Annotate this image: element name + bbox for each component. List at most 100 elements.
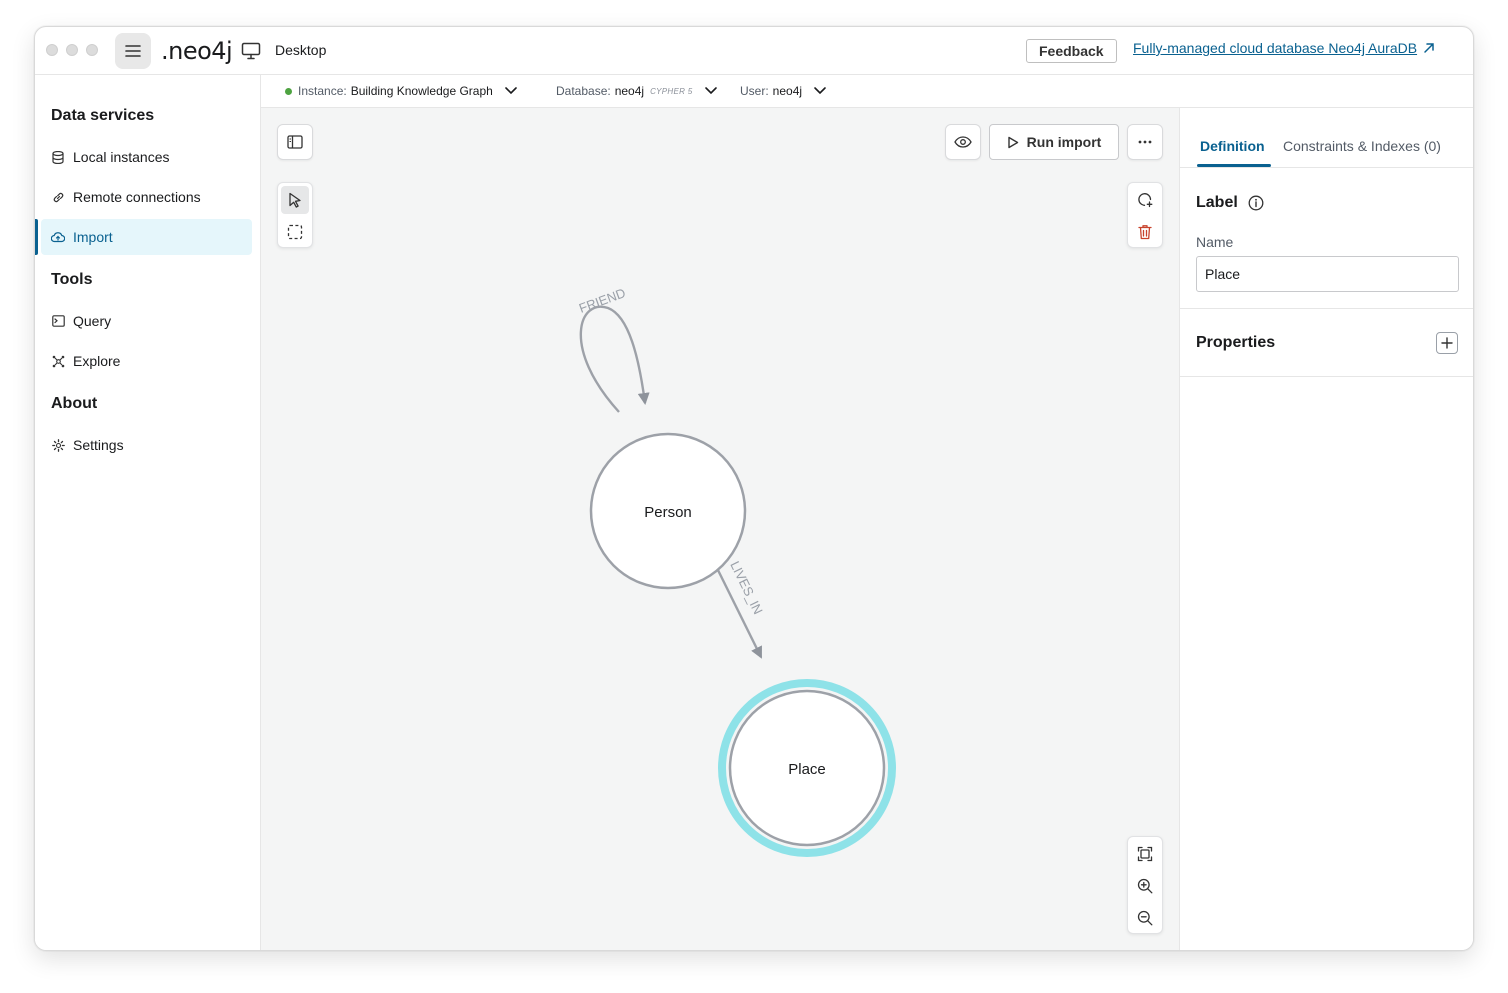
selection-toolbar	[277, 182, 313, 248]
tab-definition[interactable]: Definition	[1200, 138, 1265, 154]
neo4j-logo: .neo4j	[161, 37, 233, 65]
cloud-upload-icon	[51, 230, 65, 244]
label-heading: Label	[1196, 194, 1238, 211]
database-selector[interactable]: Database: neo4j CYPHER 5	[556, 84, 721, 98]
zoom-toolbar	[1127, 836, 1163, 934]
edit-toolbar	[1127, 182, 1163, 248]
user-value: neo4j	[772, 84, 803, 98]
graph-explore-icon	[51, 354, 65, 368]
sidebar-item-label: Local instances	[73, 149, 170, 165]
link-icon	[51, 190, 65, 204]
run-import-label: Run import	[1026, 134, 1102, 150]
close-window-button[interactable]	[46, 44, 58, 56]
relationship-friend-label[interactable]: FRIEND	[577, 285, 628, 316]
active-tab-indicator	[1197, 164, 1271, 167]
add-node-icon	[1138, 193, 1153, 208]
database-icon	[51, 150, 65, 164]
sidebar-item-label: Import	[73, 229, 113, 245]
window-controls	[46, 44, 98, 56]
app-window: .neo4j Desktop Feedback Fully-managed cl…	[34, 26, 1474, 951]
sidebar-panel-icon	[287, 135, 303, 149]
external-link-icon	[1424, 43, 1434, 53]
more-horizontal-icon	[1138, 140, 1152, 144]
tab-constraints-indexes[interactable]: Constraints & Indexes (0)	[1283, 138, 1441, 154]
section-title-data-services: Data services	[51, 107, 155, 124]
cursor-icon	[289, 192, 301, 208]
zoom-out-button[interactable]	[1131, 904, 1159, 932]
database-value: neo4j	[614, 84, 645, 98]
terminal-icon	[51, 314, 65, 328]
sidebar-item-query[interactable]: Query	[41, 303, 252, 339]
node-place[interactable]: Place	[718, 679, 896, 857]
node-person[interactable]: Person	[589, 432, 747, 590]
eye-icon	[954, 136, 972, 148]
instance-value: Building Knowledge Graph	[350, 84, 493, 98]
properties-heading: Properties	[1196, 334, 1276, 351]
run-import-button[interactable]: Run import	[989, 124, 1119, 160]
node-place-label: Place	[788, 761, 826, 778]
hamburger-menu-button[interactable]	[115, 33, 151, 69]
minimize-window-button[interactable]	[66, 44, 78, 56]
toggle-files-panel-button[interactable]	[277, 124, 313, 160]
connection-bar: Instance: Building Knowledge Graph Datab…	[261, 75, 1473, 108]
box-select-icon	[287, 224, 303, 240]
graph-canvas[interactable]: FRIEND LIVES_IN Person Place Run import	[261, 108, 1179, 950]
hamburger-icon	[125, 45, 141, 57]
sidebar-item-explore[interactable]: Explore	[41, 343, 252, 379]
chevron-down-icon	[505, 87, 517, 95]
add-node-button[interactable]	[1131, 186, 1159, 214]
monitor-icon	[241, 41, 261, 66]
database-label: Database:	[556, 84, 611, 98]
relationship-lives-in-label[interactable]: LIVES_IN	[727, 559, 766, 617]
sidebar-item-import[interactable]: Import	[35, 219, 252, 255]
auradb-link[interactable]: Fully-managed cloud database Neo4j AuraD…	[1133, 40, 1435, 56]
plus-icon	[1441, 337, 1453, 349]
more-options-button[interactable]	[1127, 124, 1163, 160]
sidebar-item-label: Remote connections	[73, 189, 201, 205]
sidebar-item-local-instances[interactable]: Local instances	[41, 139, 252, 175]
sidebar-item-label: Settings	[73, 437, 124, 453]
sidebar-item-settings[interactable]: Settings	[41, 427, 252, 463]
node-person-label: Person	[644, 504, 692, 521]
relationship-friend-line[interactable]	[579, 305, 650, 413]
sidebar: Data services Local instances Remote con…	[35, 75, 261, 950]
status-dot	[285, 87, 292, 95]
trash-icon	[1138, 225, 1152, 240]
auradb-link-text: Fully-managed cloud database Neo4j AuraD…	[1133, 40, 1418, 56]
pointer-tool-button[interactable]	[281, 186, 309, 214]
panel-tabs: Definition Constraints & Indexes (0)	[1180, 108, 1473, 168]
product-name: Desktop	[275, 42, 327, 58]
feedback-button[interactable]: Feedback	[1026, 39, 1117, 63]
graph-model[interactable]: FRIEND LIVES_IN Person Place	[261, 108, 1179, 951]
play-icon	[1007, 136, 1018, 148]
sidebar-item-remote-connections[interactable]: Remote connections	[41, 179, 252, 215]
sidebar-item-label: Explore	[73, 353, 121, 369]
instance-label: Instance:	[298, 84, 347, 98]
title-bar: .neo4j Desktop Feedback Fully-managed cl…	[35, 27, 1473, 75]
chevron-down-icon	[814, 87, 826, 95]
definition-panel: Definition Constraints & Indexes (0) Lab…	[1179, 108, 1473, 950]
maximize-window-button[interactable]	[86, 44, 98, 56]
section-title-tools: Tools	[51, 271, 93, 288]
zoom-out-icon	[1137, 910, 1153, 926]
fit-screen-icon	[1137, 846, 1153, 862]
name-field-label: Name	[1196, 234, 1234, 250]
user-label: User:	[740, 84, 769, 98]
zoom-in-icon	[1137, 878, 1153, 894]
label-name-input[interactable]	[1196, 256, 1459, 292]
instance-selector[interactable]: Instance: Building Knowledge Graph	[285, 84, 521, 98]
section-title-about: About	[51, 395, 98, 412]
chevron-down-icon	[704, 87, 717, 95]
divider	[1180, 308, 1473, 309]
delete-button[interactable]	[1131, 218, 1159, 246]
label-heading-row: Label	[1196, 194, 1264, 212]
preview-button[interactable]	[945, 124, 981, 160]
user-selector[interactable]: User: neo4j	[740, 84, 830, 98]
sidebar-item-label: Query	[73, 313, 112, 329]
fit-to-screen-button[interactable]	[1131, 840, 1159, 868]
box-select-tool-button[interactable]	[281, 218, 309, 246]
cypher-version-tag: CYPHER 5	[650, 86, 693, 96]
zoom-in-button[interactable]	[1131, 872, 1159, 900]
info-icon[interactable]	[1248, 195, 1264, 211]
add-property-button[interactable]	[1436, 332, 1458, 354]
